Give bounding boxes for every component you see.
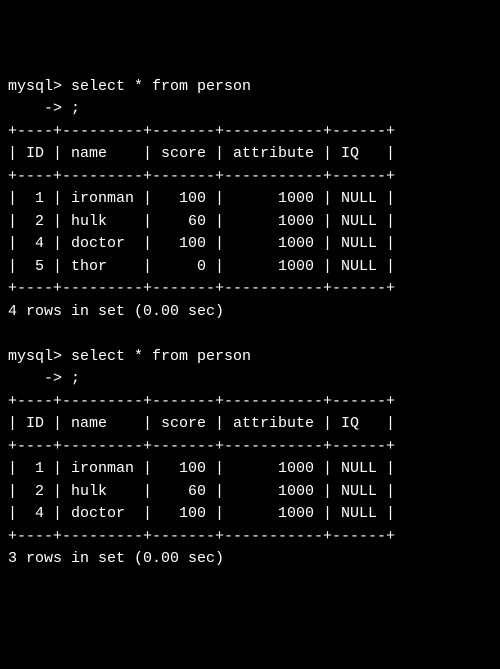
table-row: | 2 | hulk | 60 | 1000 | NULL | bbox=[8, 481, 492, 504]
table-separator: +----+---------+-------+-----------+----… bbox=[8, 526, 492, 549]
mysql-prompt: mysql> bbox=[8, 78, 62, 95]
sql-command: select * from person bbox=[71, 78, 251, 95]
continuation-line[interactable]: -> ; bbox=[8, 98, 492, 121]
table-row: | 1 | ironman | 100 | 1000 | NULL | bbox=[8, 188, 492, 211]
continuation-prompt: -> bbox=[8, 370, 62, 387]
table-separator: +----+---------+-------+-----------+----… bbox=[8, 278, 492, 301]
query-line[interactable]: mysql> select * from person bbox=[8, 76, 492, 99]
table-header: | ID | name | score | attribute | IQ | bbox=[8, 143, 492, 166]
mysql-prompt: mysql> bbox=[8, 348, 62, 365]
table-row: | 4 | doctor | 100 | 1000 | NULL | bbox=[8, 503, 492, 526]
table-row: | 5 | thor | 0 | 1000 | NULL | bbox=[8, 256, 492, 279]
continuation-line[interactable]: -> ; bbox=[8, 368, 492, 391]
table-row: | 4 | doctor | 100 | 1000 | NULL | bbox=[8, 233, 492, 256]
table-separator: +----+---------+-------+-----------+----… bbox=[8, 121, 492, 144]
sql-terminator: ; bbox=[71, 100, 80, 117]
continuation-prompt: -> bbox=[8, 100, 62, 117]
sql-terminator: ; bbox=[71, 370, 80, 387]
table-separator: +----+---------+-------+-----------+----… bbox=[8, 436, 492, 459]
result-status: 4 rows in set (0.00 sec) bbox=[8, 301, 492, 324]
table-row: | 1 | ironman | 100 | 1000 | NULL | bbox=[8, 458, 492, 481]
table-separator: +----+---------+-------+-----------+----… bbox=[8, 391, 492, 414]
query-line[interactable]: mysql> select * from person bbox=[8, 346, 492, 369]
table-header: | ID | name | score | attribute | IQ | bbox=[8, 413, 492, 436]
sql-command: select * from person bbox=[71, 348, 251, 365]
table-row: | 2 | hulk | 60 | 1000 | NULL | bbox=[8, 211, 492, 234]
terminal-output: mysql> select * from person -> ;+----+--… bbox=[8, 76, 492, 571]
result-status: 3 rows in set (0.00 sec) bbox=[8, 548, 492, 571]
table-separator: +----+---------+-------+-----------+----… bbox=[8, 166, 492, 189]
blank-line bbox=[8, 323, 492, 346]
